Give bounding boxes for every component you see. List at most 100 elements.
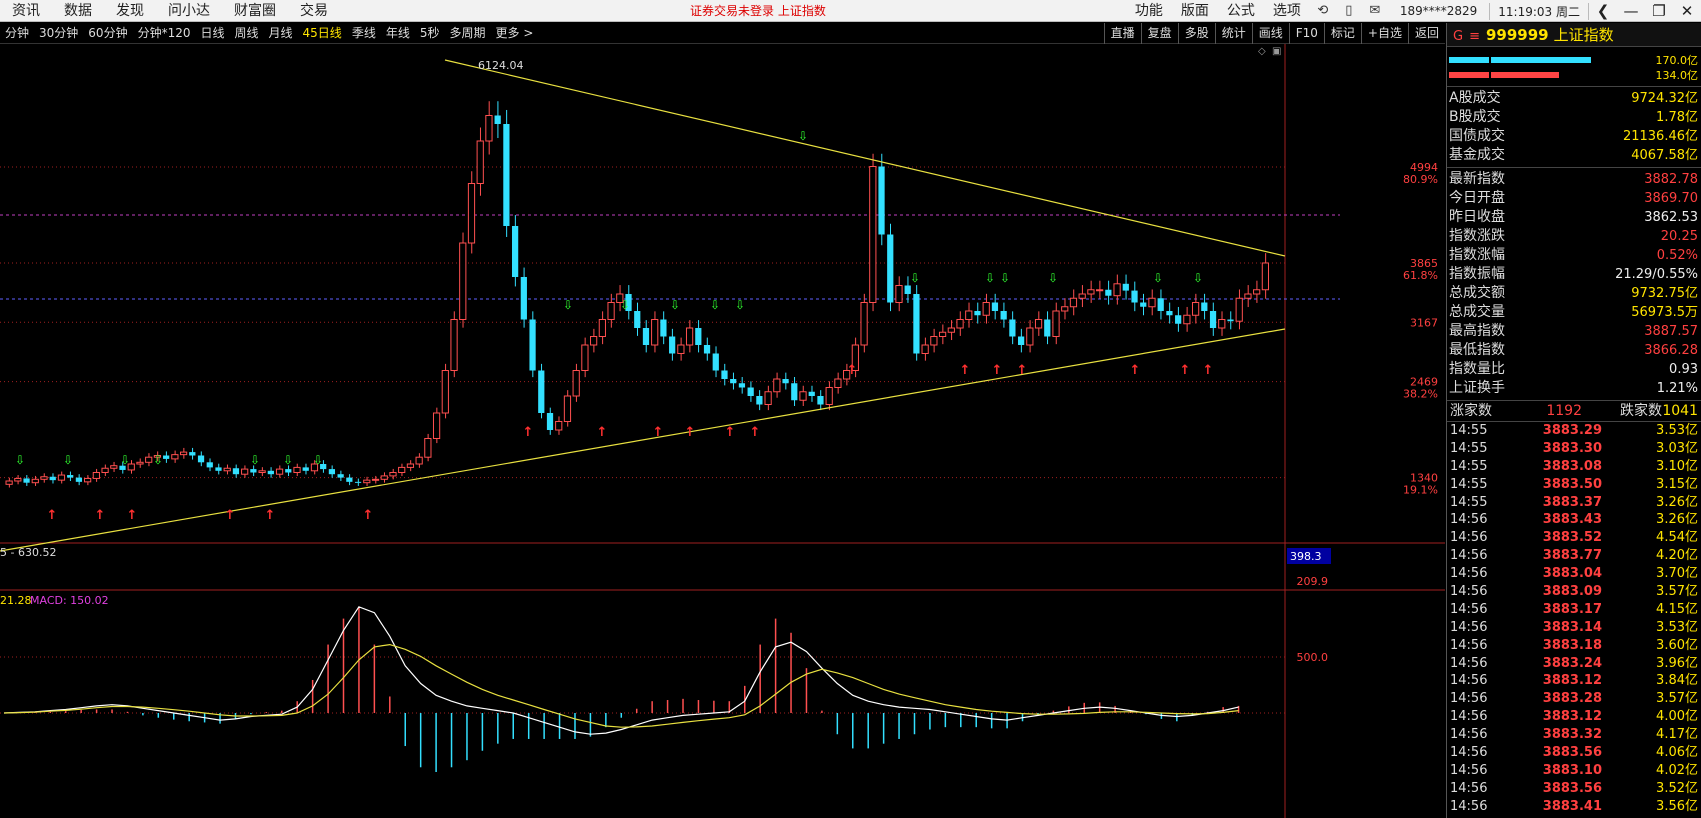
tick-time: 14:56 xyxy=(1450,584,1488,600)
menu-item-news[interactable]: 资讯 xyxy=(0,0,52,22)
tool-button-4[interactable]: 画线 xyxy=(1251,23,1289,44)
menu-item-ask[interactable]: 问小达 xyxy=(156,0,222,22)
candle-body xyxy=(110,465,118,469)
menu-item-layout[interactable]: 版面 xyxy=(1172,0,1218,22)
tool-button-7[interactable]: +自选 xyxy=(1360,23,1408,44)
candle-body xyxy=(782,379,789,384)
period-tab-1[interactable]: 30分钟 xyxy=(34,23,83,44)
close-icon[interactable]: ✕ xyxy=(1673,0,1701,22)
sub-axis-label: 398.3 xyxy=(1290,550,1322,563)
buy-signal-icon: ↑ xyxy=(225,508,236,523)
tool-button-5[interactable]: F10 xyxy=(1288,23,1324,44)
menu-item-function[interactable]: 功能 xyxy=(1126,0,1172,22)
tool-button-6[interactable]: 标记 xyxy=(1323,23,1361,44)
fib-percent-label: 61.8% xyxy=(1403,269,1438,282)
tick-time: 14:56 xyxy=(1450,601,1488,617)
candle-body xyxy=(764,391,772,405)
back-icon[interactable]: ❮ xyxy=(1589,0,1617,22)
period-tab-12[interactable]: 更多 > xyxy=(491,23,539,44)
stat-value: 3882.78 xyxy=(1644,172,1698,187)
candle-body xyxy=(136,461,144,465)
tool-button-2[interactable]: 多股 xyxy=(1177,23,1215,44)
candle-body xyxy=(267,470,274,475)
menu-item-wealth[interactable]: 财富圈 xyxy=(222,0,288,22)
kline-chart-canvas[interactable]: 499480.9%386561.8%3167246938.2%134019.1%… xyxy=(0,44,1445,818)
index-stats-group: 最新指数 3882.78 今日开盘 3869.70 昨日收盘 3862.53 指数涨跌 20.… xyxy=(1447,168,1701,401)
menu-item-trade[interactable]: 交易 xyxy=(288,0,340,22)
tool-button-1[interactable]: 复盘 xyxy=(1140,23,1178,44)
tick-list[interactable]: 14:55 3883.29 3.53亿 14:55 3883.30 3.03亿 14:55 3… xyxy=(1447,422,1701,816)
candle-body xyxy=(450,319,458,371)
tick-price: 3883.32 xyxy=(1542,727,1602,743)
advance-label: 涨家数 xyxy=(1450,403,1492,419)
tick-price: 3883.08 xyxy=(1542,458,1602,474)
tick-price: 3883.18 xyxy=(1542,637,1602,653)
candle-body xyxy=(1183,314,1191,325)
candle-body xyxy=(581,344,589,371)
period-tab-5[interactable]: 周线 xyxy=(230,23,264,44)
tick-amount: 3.03亿 xyxy=(1656,440,1698,456)
period-tab-0[interactable]: 分钟 xyxy=(0,23,34,44)
candle-body xyxy=(913,294,920,354)
candle-body xyxy=(1166,311,1173,316)
period-tab-4[interactable]: 日线 xyxy=(195,23,229,44)
menu-item-data[interactable]: 数据 xyxy=(52,0,104,22)
phone-icon[interactable]: ▯ xyxy=(1336,0,1362,22)
stat-row: 总成交额 9732.75亿 xyxy=(1447,284,1701,303)
tick-price: 3883.12 xyxy=(1542,673,1602,689)
stat-row: 今日开盘 3869.70 xyxy=(1447,189,1701,208)
sell-signal-icon: ⇩ xyxy=(1193,271,1203,285)
tool-button-0[interactable]: 直播 xyxy=(1103,23,1141,44)
candle-body xyxy=(398,466,406,473)
tick-row: 14:56 3883.32 4.17亿 xyxy=(1447,726,1701,744)
volume-bar-down-2 xyxy=(1491,72,1559,78)
stat-label: 国债成交 xyxy=(1449,128,1505,144)
period-tab-7[interactable]: 45日线 xyxy=(298,23,347,44)
tick-row: 14:56 3883.04 3.70亿 xyxy=(1447,565,1701,583)
tool-button-3[interactable]: 统计 xyxy=(1214,23,1252,44)
tick-row: 14:56 3883.28 3.57亿 xyxy=(1447,690,1701,708)
kline-chart[interactable]: 4994 80.9% 3865 61.8% 3167 2469 38.2% 1340 19.1%… xyxy=(0,44,1445,818)
candle-body xyxy=(869,166,877,303)
candle-body xyxy=(756,396,763,405)
minimize-icon[interactable]: — xyxy=(1617,0,1645,22)
period-tab-10[interactable]: 5秒 xyxy=(415,23,445,44)
candle-body xyxy=(572,370,580,397)
menu-item-options[interactable]: 选项 xyxy=(1264,0,1310,22)
sell-signal-icon: ⇩ xyxy=(670,298,680,312)
settings-icon: ◇ xyxy=(1258,46,1266,57)
period-tab-11[interactable]: 多周期 xyxy=(444,23,490,44)
restore-icon[interactable]: ❐ xyxy=(1645,0,1673,22)
buy-signal-icon: ↑ xyxy=(685,425,696,440)
tool-button-8[interactable]: 返回 xyxy=(1407,23,1445,44)
group-badge[interactable]: G xyxy=(1453,29,1463,44)
low-price-label: 5 - 630.52 xyxy=(0,546,56,559)
period-tab-9[interactable]: 年线 xyxy=(381,23,415,44)
stat-label: 指数振幅 xyxy=(1449,266,1505,282)
menu-item-discover[interactable]: 发现 xyxy=(104,0,156,22)
period-tab-3[interactable]: 分钟*120 xyxy=(133,23,196,44)
period-tab-2[interactable]: 60分钟 xyxy=(83,23,132,44)
candle-body xyxy=(1096,289,1104,292)
candle-body xyxy=(730,379,737,384)
refresh-icon[interactable]: ⟲ xyxy=(1310,0,1336,22)
sell-signal-icon: ⇩ xyxy=(153,453,163,467)
candle-body xyxy=(1218,319,1226,329)
macd-axis-label: 500.0 xyxy=(1297,651,1329,664)
tick-amount: 4.20亿 xyxy=(1656,548,1698,564)
candle-body xyxy=(494,115,501,124)
login-notice[interactable]: 证券交易未登录 上证指数 xyxy=(690,0,826,22)
period-tab-6[interactable]: 月线 xyxy=(264,23,298,44)
user-account[interactable]: 189****2829 xyxy=(1388,4,1489,18)
sell-signal-icon: ⇩ xyxy=(798,129,808,143)
tick-row: 14:56 3883.56 4.06亿 xyxy=(1447,744,1701,762)
menu-item-formula[interactable]: 公式 xyxy=(1218,0,1264,22)
stat-label: B股成交 xyxy=(1449,109,1501,125)
buy-signal-icon: ↑ xyxy=(750,425,761,440)
tick-row: 14:55 3883.37 3.26亿 xyxy=(1447,494,1701,512)
period-tab-8[interactable]: 季线 xyxy=(347,23,381,44)
menu-icon[interactable]: ≡ xyxy=(1469,29,1480,44)
candle-body xyxy=(337,474,344,478)
tick-amount: 4.02亿 xyxy=(1656,762,1698,778)
mail-icon[interactable]: ✉ xyxy=(1362,0,1388,22)
